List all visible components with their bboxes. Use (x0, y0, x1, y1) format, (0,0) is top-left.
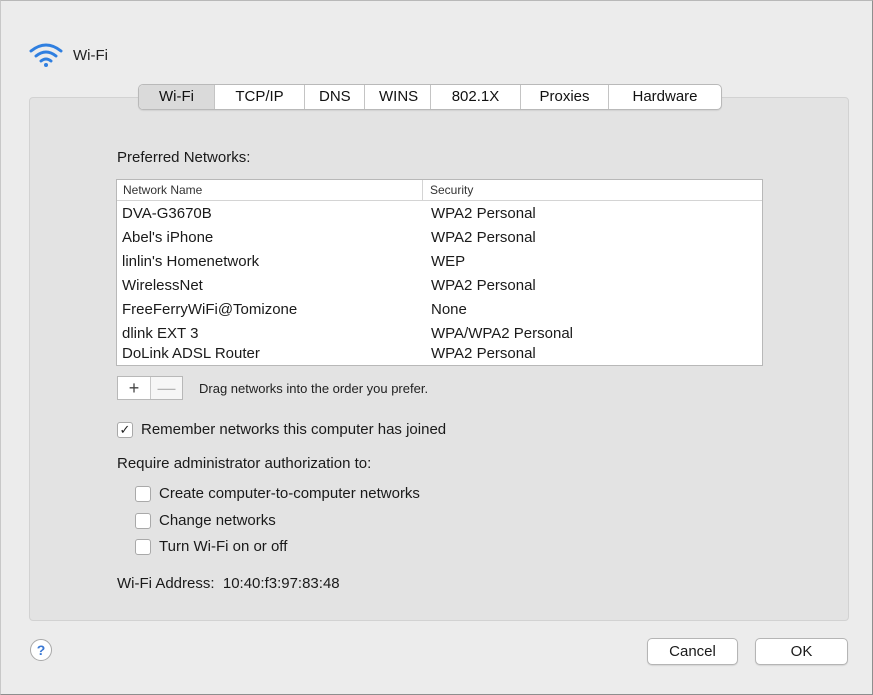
network-name-cell: WirelessNet (122, 276, 203, 294)
network-name-cell: DVA-G3670B (122, 204, 212, 222)
create-networks-label: Create computer-to-computer networks (159, 485, 420, 502)
table-row[interactable]: Abel's iPhone WPA2 Personal (117, 225, 762, 249)
turn-wifi-label: Turn Wi-Fi on or off (159, 538, 288, 555)
network-name-cell: dlink EXT 3 (122, 324, 199, 342)
preferred-networks-label: Preferred Networks: (117, 149, 251, 166)
network-name-cell: linlin's Homenetwork (122, 252, 260, 270)
remember-networks-option[interactable]: ✓ Remember networks this computer has jo… (117, 421, 446, 438)
tab-dns[interactable]: DNS (305, 85, 365, 109)
change-networks-checkbox[interactable] (135, 512, 151, 529)
change-networks-label: Change networks (159, 512, 276, 529)
security-cell: WPA2 Personal (431, 276, 536, 294)
add-network-button[interactable]: + (118, 377, 150, 399)
help-button[interactable]: ? (30, 639, 52, 661)
security-cell: WPA/WPA2 Personal (431, 324, 573, 342)
remember-networks-checkbox[interactable]: ✓ (117, 421, 133, 438)
column-header-network-name[interactable]: Network Name (117, 180, 423, 200)
wifi-address-label: Wi-Fi Address: (117, 575, 215, 592)
network-name-cell: Abel's iPhone (122, 228, 214, 246)
remove-network-button[interactable]: — (150, 377, 182, 399)
header: Wi-Fi (29, 41, 108, 69)
table-row[interactable]: DVA-G3670B WPA2 Personal (117, 201, 762, 225)
header-title: Wi-Fi (73, 46, 108, 64)
table-row[interactable]: FreeFerryWiFi@Tomizone None (117, 297, 762, 321)
create-networks-checkbox[interactable] (135, 485, 151, 502)
preferred-networks-table[interactable]: Network Name Security DVA-G3670B WPA2 Pe… (116, 179, 763, 366)
drag-hint-text: Drag networks into the order you prefer. (199, 381, 429, 396)
cancel-button[interactable]: Cancel (647, 638, 738, 665)
turn-wifi-option[interactable]: Turn Wi-Fi on or off (135, 538, 287, 555)
turn-wifi-checkbox[interactable] (135, 538, 151, 555)
table-header: Network Name Security (117, 180, 762, 201)
wifi-address: Wi-Fi Address: 10:40:f3:97:83:48 (117, 575, 340, 592)
ok-button[interactable]: OK (755, 638, 848, 665)
tab-bar: Wi-Fi TCP/IP DNS WINS 802.1X Proxies Har… (138, 84, 722, 110)
table-row[interactable]: WirelessNet WPA2 Personal (117, 273, 762, 297)
table-row[interactable]: linlin's Homenetwork WEP (117, 249, 762, 273)
security-cell: WPA2 Personal (431, 204, 536, 222)
security-cell: WPA2 Personal (431, 228, 536, 246)
network-settings-window: Wi-Fi Wi-Fi TCP/IP DNS WINS 802.1X Proxi… (0, 0, 873, 695)
security-cell: None (431, 300, 467, 318)
require-admin-label: Require administrator authorization to: (117, 455, 372, 472)
security-cell: WPA2 Personal (431, 344, 536, 362)
tab-wins[interactable]: WINS (365, 85, 431, 109)
security-cell: WEP (431, 252, 466, 270)
wifi-icon (29, 42, 63, 68)
tab-hardware[interactable]: Hardware (609, 85, 721, 109)
create-networks-option[interactable]: Create computer-to-computer networks (135, 485, 420, 502)
add-remove-control: + — (117, 376, 183, 400)
remember-networks-label: Remember networks this computer has join… (141, 421, 447, 438)
column-header-security[interactable]: Security (423, 180, 473, 200)
table-row[interactable]: DoLink ADSL Router WPA2 Personal (117, 341, 762, 365)
network-name-cell: DoLink ADSL Router (122, 344, 260, 362)
tab-8021x[interactable]: 802.1X (431, 85, 521, 109)
tab-tcpip[interactable]: TCP/IP (215, 85, 305, 109)
network-name-cell: FreeFerryWiFi@Tomizone (122, 300, 298, 318)
tab-wifi[interactable]: Wi-Fi (139, 85, 215, 109)
change-networks-option[interactable]: Change networks (135, 512, 276, 529)
wifi-address-value: 10:40:f3:97:83:48 (222, 575, 340, 592)
tab-proxies[interactable]: Proxies (521, 85, 609, 109)
